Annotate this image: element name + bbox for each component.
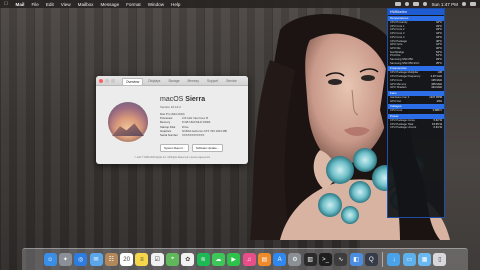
sensor-value: 29% [436, 99, 442, 103]
menu-view[interactable]: View [57, 2, 74, 7]
launchpad-icon[interactable]: ✦ [58, 253, 72, 266]
trash-icon[interactable]: ▯ [433, 253, 447, 266]
tab-overview[interactable]: Overview [122, 78, 144, 86]
sensor-label: CPU Package Uncore [390, 126, 417, 130]
sensor-row: GPU Shaders 324 MHz [388, 86, 444, 90]
terminal-icon[interactable]: >_ [318, 253, 332, 266]
menu-app-name[interactable]: Mail [12, 2, 28, 7]
spec-label: Serial Number [160, 133, 178, 138]
tab-displays[interactable]: Displays [145, 78, 163, 86]
hwmonitor-icon[interactable]: ▥ [303, 253, 317, 266]
tab-service[interactable]: Service [223, 78, 240, 86]
volume-icon[interactable] [423, 2, 428, 6]
window-titlebar[interactable]: Overview Displays Storage Memory Support… [96, 76, 248, 86]
macos-sierra-logo [108, 102, 148, 142]
system-preferences-icon[interactable]: ⚙ [288, 253, 302, 266]
sensor-value: 324 MHz [431, 86, 442, 90]
sensor-label: CPU Core [390, 109, 403, 113]
hwmonitor-status-icon[interactable] [395, 2, 402, 6]
os-version: Version 10.12.2 [160, 105, 181, 109]
downloads-stack-icon[interactable]: ↓ [387, 253, 401, 266]
sensor-row: Samsung SSD 850 EVO 35°C [388, 62, 444, 66]
copyright-footer: ™ and © 1983-2016 Apple Inc. All Rights … [133, 156, 211, 159]
os-name-bold: Sierra [185, 96, 206, 103]
sensor-row: CPU Core 0.888 V [388, 109, 444, 113]
maps-icon[interactable]: ⌖ [166, 253, 180, 266]
hwmonitor-panel: HWMonitor Temperatures CPU Proximity 42°C C… [387, 8, 445, 218]
safari-icon[interactable]: ◎ [74, 253, 88, 266]
status-area: Sun 1:47 PM [395, 0, 476, 8]
os-name-light: macOS [160, 96, 184, 103]
hwmonitor-body: Temperatures CPU Proximity 42°C CPU Core 14… [388, 16, 444, 130]
facetime-icon[interactable]: ▶ [227, 253, 241, 266]
menu-clock[interactable]: Sun 1:47 PM [431, 2, 458, 7]
sensor-value: 0.888 V [432, 109, 442, 113]
sensor-row: CPU Package Uncore 0.34 W [388, 126, 444, 130]
software-update-button[interactable]: Software Update... [191, 144, 223, 152]
spotify-icon[interactable]: ≋ [196, 253, 210, 266]
spec-row: Serial Number XXXXXXXXXXXX [160, 133, 227, 137]
preview-icon[interactable]: ◧ [349, 253, 363, 266]
sensor-label: GPU Shaders [390, 86, 407, 90]
spec-list: Mac Pro (Mid 2010) Processor 2.8 GHz Inte… [160, 112, 227, 137]
applications-stack-icon[interactable]: ▦ [418, 253, 432, 266]
spotlight-icon[interactable] [462, 2, 466, 6]
sensor-value: 0.34 W [433, 126, 442, 130]
ibooks-icon[interactable]: ▤ [257, 253, 271, 266]
app-store-icon[interactable]: A [273, 253, 287, 266]
hwmonitor-title: HWMonitor [388, 9, 444, 15]
menu-format[interactable]: Format [123, 2, 145, 7]
messages-icon[interactable]: ☁ [211, 253, 225, 266]
apple-icon[interactable]:  [0, 1, 12, 7]
mountain-icon [112, 123, 144, 136]
itunes-icon[interactable]: ♫ [242, 253, 256, 266]
quicktime-icon[interactable]: Q [364, 253, 378, 266]
sensor-row: GPU Fan 29% [388, 100, 444, 104]
mail-icon[interactable]: ✉ [89, 253, 103, 266]
photos-icon[interactable]: ✿ [181, 253, 195, 266]
notification-center-icon[interactable] [470, 2, 476, 6]
dock: ☺ ✦ ◎ ✉ ☷ 20 ≡ ☑ ⌖ ✿ ≋ ☁ ▶ ♫ ▤ A ⚙ ▥ >_ ∿ ◧ Q ↓ ▭ ▦ ▯ [22, 248, 468, 270]
sensor-label: GPU Fan [390, 99, 402, 103]
menu-mailbox[interactable]: Mailbox [74, 2, 97, 7]
about-this-mac-window: Overview Displays Storage Memory Support… [96, 76, 248, 164]
menu-file[interactable]: File [28, 2, 42, 7]
wifi-icon[interactable] [413, 2, 420, 6]
time-machine-icon[interactable] [405, 2, 410, 6]
tab-memory[interactable]: Memory [185, 78, 203, 86]
close-button[interactable] [99, 78, 103, 83]
contacts-icon[interactable]: ☷ [104, 253, 118, 266]
menu-edit[interactable]: Edit [42, 2, 57, 7]
minimize-button[interactable] [105, 78, 109, 83]
finder-icon[interactable]: ☺ [43, 253, 57, 266]
documents-stack-icon[interactable]: ▭ [402, 253, 416, 266]
about-buttons: System Report... Software Update... [160, 144, 223, 152]
dock-separator [382, 252, 384, 267]
menu-message[interactable]: Message [97, 2, 123, 7]
spec-value: XXXXXXXXXXXX [182, 133, 205, 138]
zoom-button[interactable] [111, 78, 115, 83]
os-name: macOS Sierra [160, 96, 205, 103]
tab-storage[interactable]: Storage [165, 78, 182, 86]
reminders-icon[interactable]: ☑ [150, 253, 164, 266]
system-report-button[interactable]: System Report... [160, 144, 189, 152]
menu-window[interactable]: Window [144, 2, 167, 7]
calendar-icon[interactable]: 20 [120, 253, 134, 266]
menu-help[interactable]: Help [168, 2, 184, 7]
about-tabs: Overview Displays Storage Memory Support… [122, 78, 240, 86]
sensor-value: 35°C [435, 61, 442, 65]
sensor-label: Samsung SSD 850 EVO [390, 61, 420, 65]
tab-support[interactable]: Support [204, 78, 221, 86]
notes-icon[interactable]: ≡ [135, 253, 149, 266]
menu-bar:  Mail File Edit View Mailbox Message Fo… [0, 0, 480, 8]
activity-monitor-icon[interactable]: ∿ [334, 253, 348, 266]
